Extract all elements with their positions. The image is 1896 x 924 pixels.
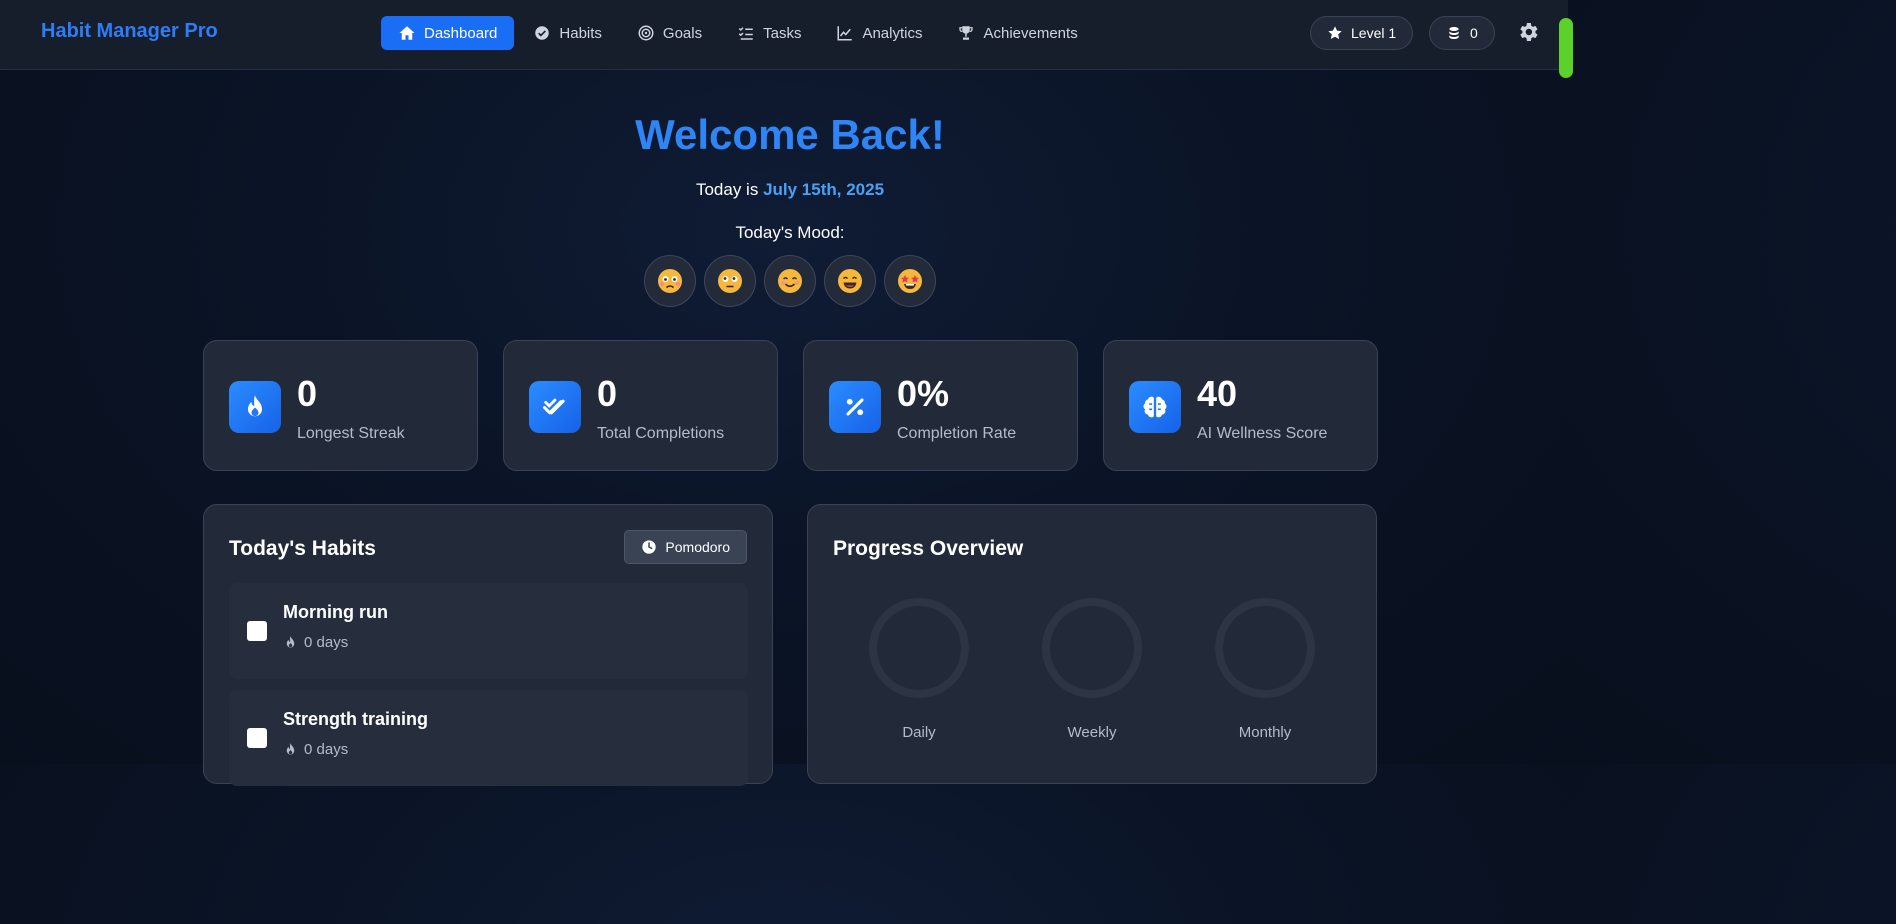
habit-item: Strength training 0 days — [229, 690, 748, 786]
panel-title: Today's Habits — [229, 537, 376, 560]
clock-icon — [642, 540, 657, 554]
nav-habits[interactable]: Habits — [517, 16, 618, 50]
ring-label-weekly: Weekly — [1067, 724, 1117, 741]
top-navigation-bar: Habit Manager Pro Dashboard Habits Goals… — [0, 0, 1573, 78]
mood-star-struck[interactable] — [884, 255, 936, 307]
habit-item: Morning run 0 days — [229, 583, 748, 679]
line-chart-icon — [837, 26, 853, 41]
mood-neutral[interactable] — [704, 255, 756, 307]
habit-streak-text: 0 days — [304, 634, 349, 651]
star-struck-emoji-icon — [898, 269, 922, 293]
todays-habits-panel: Today's Habits Pomodoro Morning run 0 da… — [203, 504, 773, 786]
stat-label: Completion Rate — [897, 425, 1017, 442]
level-label: Level 1 — [1351, 25, 1397, 41]
nav-achievements[interactable]: Achievements — [941, 16, 1093, 50]
nav-label: Habits — [559, 24, 602, 42]
nav-tasks[interactable]: Tasks — [721, 16, 817, 50]
stat-icon-box — [829, 381, 881, 433]
pomodoro-button[interactable]: Pomodoro — [624, 530, 747, 564]
stat-card-completion-rate: 0% Completion Rate — [803, 340, 1078, 471]
stat-card-longest-streak: 0 Longest Streak — [203, 340, 478, 471]
stat-icon-box — [1129, 381, 1181, 433]
ring-label-daily: Daily — [902, 724, 936, 741]
neutral-emoji-icon — [718, 269, 742, 293]
monthly-progress-ring — [1215, 598, 1315, 698]
progress-overview-panel: Progress Overview Daily Weekly Monthly — [807, 504, 1377, 784]
star-icon — [1328, 26, 1342, 40]
nav-label: Goals — [662, 24, 703, 42]
habit-name: Morning run — [283, 602, 388, 622]
percent-icon — [846, 398, 864, 416]
target-icon — [638, 25, 654, 41]
double-check-icon — [542, 398, 565, 415]
flame-icon — [286, 743, 295, 755]
nav-label: Dashboard — [424, 24, 498, 42]
check-circle-icon — [535, 26, 550, 40]
stat-value: 0% — [897, 373, 950, 414]
nav-dashboard[interactable]: Dashboard — [381, 16, 515, 50]
welcome-heading: Welcome Back! — [635, 111, 945, 158]
flame-icon — [286, 636, 295, 648]
very-sad-emoji-icon — [658, 269, 682, 293]
mood-very-sad[interactable] — [644, 255, 696, 307]
ring-label-monthly: Monthly — [1238, 724, 1292, 741]
stat-value: 0 — [597, 373, 618, 414]
habit-streak: 0 days — [283, 634, 348, 651]
mood-selector — [644, 255, 936, 307]
coins-icon — [1449, 27, 1459, 39]
stat-label: AI Wellness Score — [1197, 425, 1328, 442]
side-drawer-handle[interactable] — [1559, 18, 1573, 78]
nav-analytics[interactable]: Analytics — [820, 16, 938, 50]
habit-name: Strength training — [283, 709, 428, 729]
stat-label: Total Completions — [597, 425, 725, 442]
grinning-emoji-icon — [838, 269, 862, 293]
trophy-icon — [959, 26, 974, 40]
flame-icon — [248, 395, 262, 417]
smiling-emoji-icon — [778, 269, 802, 293]
mood-grinning[interactable] — [824, 255, 876, 307]
task-list-icon — [738, 27, 753, 40]
stat-value: 0 — [297, 373, 318, 414]
level-badge[interactable]: Level 1 — [1310, 16, 1414, 50]
today-prefix: Today is — [695, 180, 764, 199]
stat-icon-box — [529, 381, 581, 433]
coins-badge[interactable]: 0 — [1429, 16, 1495, 50]
stat-card-ai-wellness-score: 40 AI Wellness Score — [1103, 340, 1378, 471]
main-nav: Dashboard Habits Goals Tasks Analytics A… — [381, 16, 1097, 50]
nav-goals[interactable]: Goals — [621, 16, 718, 50]
pomodoro-label: Pomodoro — [665, 539, 730, 555]
habit-checkbox[interactable] — [247, 728, 267, 748]
app-brand[interactable]: Habit Manager Pro — [41, 20, 218, 43]
brain-icon — [1143, 396, 1167, 418]
daily-progress-ring — [869, 598, 969, 698]
stat-label: Longest Streak — [297, 425, 405, 442]
home-icon — [399, 26, 415, 40]
stat-icon-box — [229, 381, 281, 433]
nav-label: Analytics — [862, 24, 923, 42]
gear-icon[interactable] — [1516, 20, 1540, 44]
coin-count: 0 — [1470, 25, 1478, 41]
weekly-progress-ring — [1042, 598, 1142, 698]
today-date: July 15th, 2025 — [763, 180, 885, 199]
nav-label: Tasks — [763, 24, 802, 42]
today-line: Today is July 15th, 2025 — [0, 180, 1580, 200]
panel-title: Progress Overview — [833, 537, 1024, 560]
mood-smiling[interactable] — [764, 255, 816, 307]
mood-label: Today's Mood: — [735, 223, 845, 242]
stat-card-total-completions: 0 Total Completions — [503, 340, 778, 471]
nav-label: Achievements — [983, 24, 1078, 42]
habit-checkbox[interactable] — [247, 621, 267, 641]
habit-streak-text: 0 days — [304, 741, 349, 758]
habit-streak: 0 days — [283, 741, 348, 758]
stat-value: 40 — [1197, 373, 1238, 414]
